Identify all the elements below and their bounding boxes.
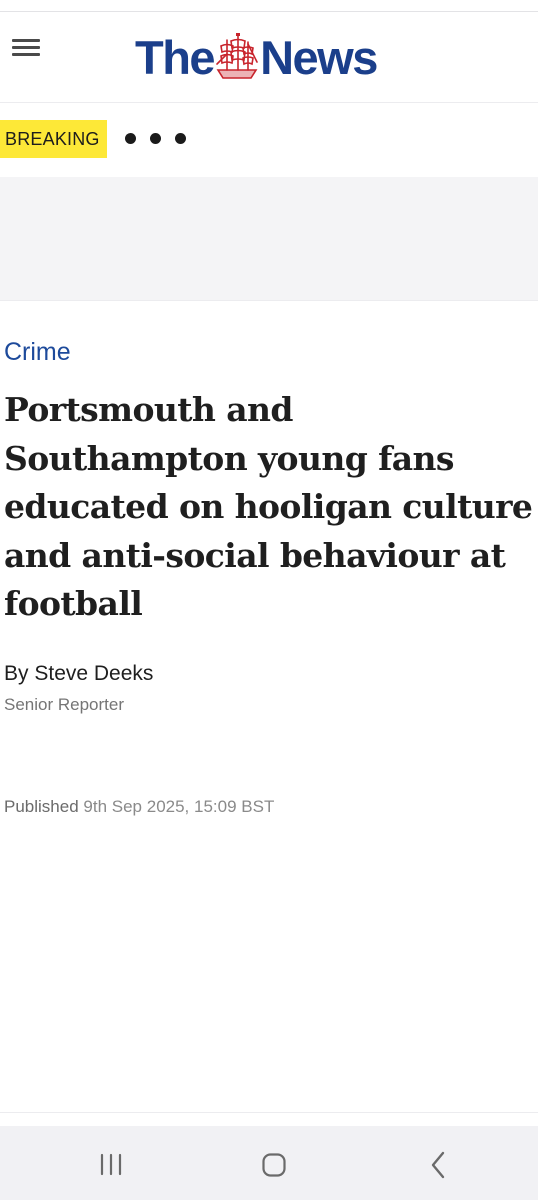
published-label: Published — [4, 797, 79, 816]
category-link[interactable]: Crime — [4, 338, 71, 367]
site-logo[interactable]: The News — [135, 30, 378, 84]
back-icon[interactable] — [418, 1145, 458, 1185]
loading-dots-icon — [125, 133, 200, 145]
ad-divider — [0, 300, 538, 301]
ship-logo-icon — [216, 33, 258, 79]
article-headline: Portsmouth and Southampton young fans ed… — [4, 390, 533, 623]
ad-placeholder — [0, 177, 538, 300]
logo-text-news: News — [260, 30, 378, 84]
breaking-badge[interactable]: BREAKING — [0, 120, 107, 158]
byline: By Steve Deeks — [4, 662, 153, 686]
published-date: 9th Sep 2025, 15:09 BST — [83, 797, 275, 816]
author-link[interactable]: Steve Deeks — [34, 662, 153, 685]
published-info: Published 9th Sep 2025, 15:09 BST — [4, 797, 274, 817]
byline-prefix: By — [4, 662, 29, 685]
content-divider — [0, 1112, 538, 1113]
logo-text-the: The — [135, 30, 216, 84]
hamburger-menu-icon[interactable] — [10, 34, 42, 60]
author-role: Senior Reporter — [4, 695, 125, 714]
recent-apps-icon[interactable] — [92, 1145, 132, 1185]
home-icon[interactable] — [254, 1145, 294, 1185]
